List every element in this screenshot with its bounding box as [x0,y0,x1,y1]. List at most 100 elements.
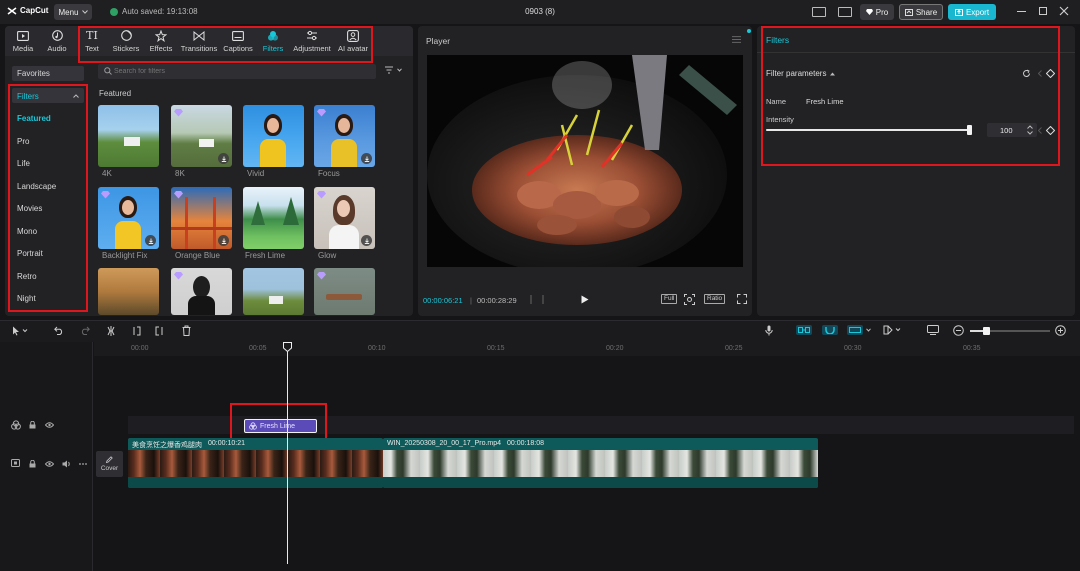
tab-audio[interactable]: Audio [43,27,71,55]
magnet-icon[interactable] [822,325,838,335]
playhead[interactable] [287,348,288,564]
select-tool-icon[interactable] [12,326,28,336]
player-menu-icon[interactable] [732,36,741,43]
menu-button[interactable]: Menu [54,4,92,20]
audio-icon [50,30,64,42]
filter-card-vivid[interactable] [243,105,304,167]
zoom-out-icon[interactable] [953,325,964,336]
autosave-check-icon [110,7,118,16]
filter-card-8k[interactable] [171,105,232,167]
download-icon[interactable] [361,153,372,164]
sort-filter-button[interactable] [385,66,402,74]
export-button[interactable]: Export [948,4,996,20]
redo-icon[interactable] [80,326,90,335]
filter-card-backlight-fix[interactable] [98,187,159,249]
app-logo: CapCut [7,6,48,15]
export-icon [954,8,963,16]
total-time: 00:00:28:29 [477,296,517,305]
filter-clip-highlight-box [230,403,327,440]
filter-card-orange-blue[interactable] [171,187,232,249]
media-icon [16,30,30,42]
clip-2-thumbnails [383,450,818,477]
share-label: Share [915,7,938,17]
restore-icon[interactable] [1039,7,1047,15]
volume-icon[interactable] [62,460,71,468]
compare-icon[interactable] [883,325,901,335]
filter-card-label: 4K [102,169,112,178]
eye-icon[interactable] [45,461,54,467]
microphone-icon[interactable] [765,325,773,336]
filter-card-label: Focus [318,169,340,178]
ratio-button[interactable]: Ratio [704,294,726,304]
share-button[interactable]: Share [899,4,943,20]
download-icon[interactable] [218,235,229,246]
ruler-label: 00:00 [131,345,149,352]
zoom-slider-thumb[interactable] [983,326,990,335]
layout-icon[interactable] [812,7,826,17]
filter-card-4k[interactable] [98,105,159,167]
play-icon[interactable] [581,295,589,304]
caption-track-icon[interactable] [927,325,939,335]
tabs-highlight-box [78,26,373,63]
zoom-slider[interactable] [970,326,1050,335]
filter-card-focus[interactable] [314,105,375,167]
filter-card-label: 8K [175,169,185,178]
video-frame-image [427,55,743,267]
more-icon[interactable] [79,463,87,465]
pro-diamond-icon [174,109,183,117]
filter-card[interactable] [98,268,159,315]
trim-right-icon[interactable] [155,326,165,336]
full-button[interactable]: Full [661,294,678,304]
chevron-down-icon [397,68,402,72]
filter-card-label: Vivid [247,169,265,178]
timeline-ruler [94,342,1080,356]
sort-icon [385,66,393,74]
cover-button[interactable]: Cover [96,451,123,477]
filter-card[interactable] [243,268,304,315]
filter-card[interactable] [314,268,375,315]
clip-2-title: WIN_20250308_20_00_17_Pro.mp4 [387,440,502,447]
filter-card-glow[interactable] [314,187,375,249]
current-time: 00:00:06:21 [423,296,463,305]
ruler-label: 00:05 [249,345,267,352]
trim-left-icon[interactable] [131,326,141,336]
video-preview[interactable] [427,55,743,267]
fullscreen-icon[interactable] [737,294,747,304]
playhead-handle[interactable] [283,342,292,352]
sidebar-highlight-box [8,84,88,312]
pro-button[interactable]: Pro [860,4,894,20]
lock-icon[interactable] [29,460,36,468]
minimize-icon[interactable] [1017,11,1026,13]
properties-highlight-box [761,26,1060,166]
filter-card[interactable] [171,268,232,315]
search-input[interactable] [114,65,374,78]
link-clips-icon[interactable] [796,325,812,335]
ratio-label: Ratio [707,295,723,302]
cover-label: Cover [100,465,119,472]
diamond-icon [865,9,873,15]
download-icon[interactable] [145,235,156,246]
shortcut-icon[interactable] [838,7,852,17]
filter-card-fresh-lime[interactable] [243,187,304,249]
zoom-fit-icon[interactable] [684,294,695,305]
menu-button-label: Menu [58,7,79,17]
delete-icon[interactable] [182,325,191,336]
zoom-in-icon[interactable] [1055,325,1066,336]
app-logo-text: CapCut [20,6,49,15]
download-icon[interactable] [218,153,229,164]
lock-icon[interactable] [29,421,36,429]
ruler-label: 00:10 [368,345,386,352]
download-icon[interactable] [361,235,372,246]
eye-icon[interactable] [45,422,54,428]
video-clip-1[interactable]: 美食烹饪之爆香鸡腿肉 00:00:10:21 [128,438,383,488]
undo-icon[interactable] [54,326,64,335]
chevron-down-icon[interactable] [866,328,871,332]
close-icon[interactable] [1058,5,1070,17]
ruler-label: 00:20 [606,345,624,352]
edit-pencil-icon [106,456,113,463]
video-clip-2[interactable]: WIN_20250308_20_00_17_Pro.mp4 00:00:18:0… [383,438,818,488]
split-icon[interactable] [106,326,116,336]
tab-media[interactable]: Media [9,27,37,55]
clip-1-thumbnails [128,450,383,477]
preview-axis-icon[interactable] [847,325,863,335]
